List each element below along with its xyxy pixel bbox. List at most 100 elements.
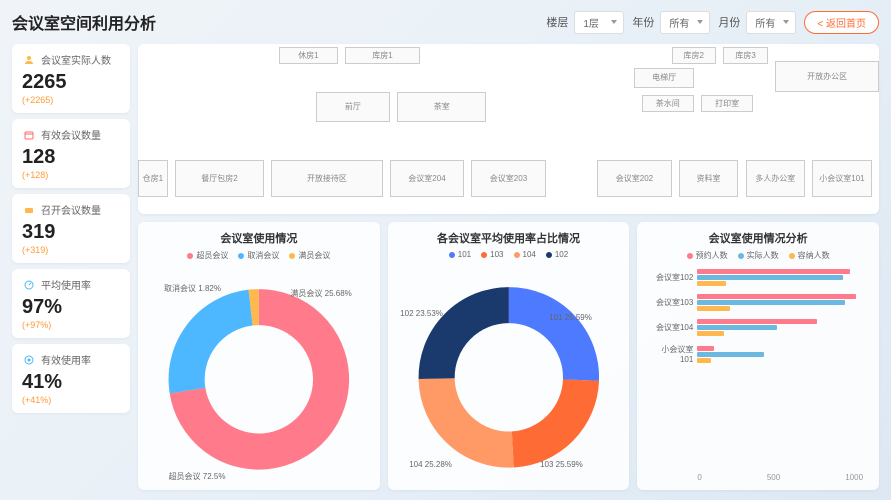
legend-label: 超员会议 — [196, 250, 228, 261]
room[interactable]: 餐厅包房2 — [175, 160, 264, 197]
legend-label: 102 — [555, 250, 568, 259]
legend-label: 实际人数 — [747, 250, 779, 261]
gauge-icon — [22, 278, 36, 292]
room[interactable]: 库房1 — [345, 47, 419, 64]
month-select[interactable]: 所有 — [746, 11, 796, 34]
room[interactable]: 仓房1 — [138, 160, 168, 197]
legend-dot — [546, 252, 552, 258]
calendar-icon — [22, 128, 36, 142]
room[interactable]: 休房1 — [279, 47, 338, 64]
bar — [697, 325, 777, 330]
room[interactable]: 开放接待区 — [271, 160, 382, 197]
target-icon — [22, 353, 36, 367]
legend-label: 取消会议 — [247, 250, 279, 261]
room[interactable]: 会议室204 — [390, 160, 464, 197]
chart-legend: 101103104102 — [396, 250, 622, 259]
kpi-value: 2265 — [22, 71, 120, 93]
room[interactable]: 多人办公室 — [746, 160, 805, 197]
data-label: 取消会议 1.82% — [164, 283, 221, 294]
legend-dot — [789, 253, 795, 259]
bar — [697, 281, 725, 286]
bar — [697, 352, 763, 357]
floorplan[interactable]: 休房1 库房1 库房2 库房3 电梯厅 开放办公区前厅茶室 茶水间打印室仓房1餐厅包房2开放… — [138, 44, 879, 214]
legend-label: 103 — [490, 250, 503, 259]
chart-title: 会议室使用情况 — [146, 230, 372, 246]
pie-slice — [436, 379, 512, 450]
legend-item: 取消会议 — [238, 250, 279, 261]
room[interactable]: 打印室 — [701, 95, 753, 112]
floor-label: 楼层 — [546, 14, 568, 30]
legend-label: 满员会议 — [298, 250, 330, 261]
pie-slice — [512, 380, 580, 449]
donut-chart — [396, 263, 622, 492]
kpi-card: 有效使用率 41% (+41%) — [12, 344, 130, 413]
meeting-icon — [22, 203, 36, 217]
donut-chart — [146, 265, 372, 494]
header: 会议室空间利用分析 楼层 1层 年份 所有 月份 所有 < 返回首页 — [12, 10, 879, 34]
legend-label: 预约人数 — [696, 250, 728, 261]
analysis-bar-card: 会议室使用情况分析 预约人数 实际人数 容纳人数 会议室102 会议室103 会议室… — [637, 222, 879, 490]
legend-item: 超员会议 — [187, 250, 228, 261]
bar — [697, 346, 714, 351]
chart-title: 会议室使用情况分析 — [645, 230, 871, 246]
room[interactable]: 茶水间 — [642, 95, 694, 112]
chart-body: 取消会议 1.82%满员会议 25.68%超员会议 72.5% — [146, 265, 372, 494]
bar — [697, 269, 849, 274]
legend-label: 104 — [523, 250, 536, 259]
legend-item: 实际人数 — [738, 250, 779, 261]
room[interactable]: 电梯厅 — [634, 68, 693, 88]
room[interactable]: 小会议室101 — [812, 160, 871, 197]
bar — [697, 331, 724, 336]
bar-label: 会议室102 — [649, 272, 693, 283]
legend-item: 102 — [546, 250, 568, 259]
floor-select[interactable]: 1层 — [574, 11, 624, 34]
room-usage-pie-card: 各会议室平均使用率占比情况 101103104102 102 23.53%101… — [388, 222, 630, 490]
room[interactable]: 开放办公区 — [775, 61, 879, 92]
kpi-sidebar: 会议室实际人数 2265 (+2265) 有效会议数量 128 (+128) 召… — [12, 44, 130, 490]
month-label: 月份 — [718, 14, 740, 30]
bar — [697, 306, 730, 311]
kpi-card: 有效会议数量 128 (+128) — [12, 119, 130, 188]
room[interactable]: 茶室 — [397, 92, 486, 123]
bar — [697, 319, 816, 324]
chart-legend: 超员会议 取消会议 满员会议 — [146, 250, 372, 261]
bar-row: 会议室103 — [649, 294, 863, 311]
x-axis: 05001000 — [649, 473, 863, 482]
back-button[interactable]: < 返回首页 — [804, 11, 879, 34]
legend-dot — [187, 253, 193, 259]
kpi-delta: (+97%) — [22, 320, 120, 330]
bar-label: 会议室103 — [649, 297, 693, 308]
room[interactable]: 资料室 — [679, 160, 738, 197]
kpi-value: 41% — [22, 371, 120, 393]
year-select[interactable]: 所有 — [660, 11, 710, 34]
legend-item: 容纳人数 — [789, 250, 830, 261]
bar-label: 会议室104 — [649, 322, 693, 333]
chart-legend: 预约人数 实际人数 容纳人数 — [645, 250, 871, 261]
year-label: 年份 — [632, 14, 654, 30]
pie-slice — [187, 308, 251, 391]
bar-row: 小会议室101 — [649, 344, 863, 364]
room[interactable]: 库房2 — [672, 47, 716, 64]
legend-dot — [289, 253, 295, 259]
legend-dot — [449, 252, 455, 258]
bar — [697, 275, 843, 280]
usage-pie-card: 会议室使用情况 超员会议取消会议满员会议 取消会议 1.82%满员会议 25.6… — [138, 222, 380, 490]
bar-row: 会议室104 — [649, 319, 863, 336]
room[interactable]: 会议室203 — [471, 160, 545, 197]
kpi-value: 97% — [22, 296, 120, 318]
kpi-label: 会议室实际人数 — [41, 52, 111, 67]
legend-dot — [687, 253, 693, 259]
legend-dot — [481, 252, 487, 258]
data-label: 超员会议 72.5% — [169, 471, 226, 482]
axis-tick: 1000 — [845, 473, 863, 482]
bar — [697, 300, 844, 305]
room[interactable]: 前厅 — [316, 92, 390, 123]
room[interactable]: 会议室202 — [597, 160, 671, 197]
room[interactable]: 库房3 — [723, 47, 767, 64]
legend-item: 预约人数 — [687, 250, 728, 261]
legend-item: 103 — [481, 250, 503, 259]
legend-label: 容纳人数 — [798, 250, 830, 261]
chart-body: 102 23.53%101 25.59%104 25.28%103 25.59% — [396, 263, 622, 492]
data-label: 102 23.53% — [400, 309, 443, 318]
pie-slice — [436, 305, 508, 378]
